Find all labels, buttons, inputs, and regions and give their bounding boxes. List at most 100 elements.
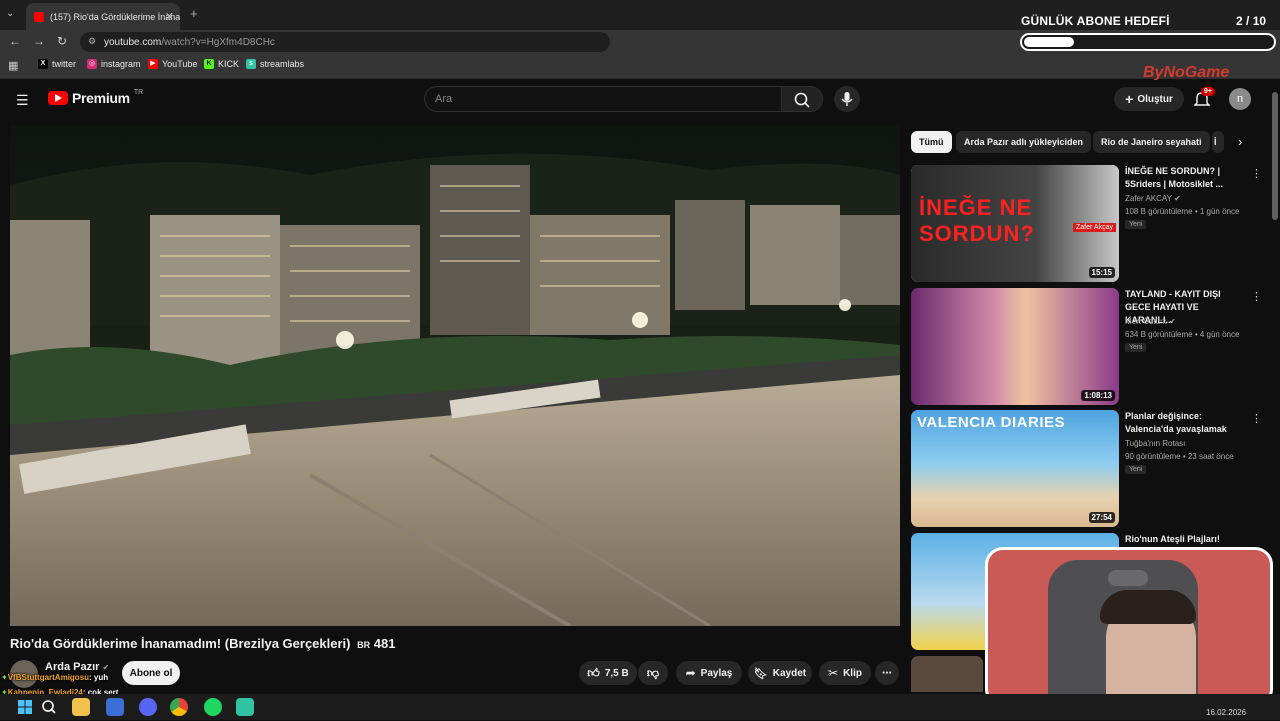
more-options-icon[interactable]: ⋮ (1251, 412, 1262, 425)
video-player[interactable] (10, 125, 900, 626)
bookmark-twitter[interactable]: Xtwitter (38, 59, 76, 69)
youtube-logo[interactable]: Premium TR (48, 88, 144, 106)
like-count: 7,5 B (604, 667, 629, 679)
dislike-button[interactable]: 👎︎ (638, 661, 668, 685)
bookmark-youtube[interactable]: ▶ YouTube (148, 59, 197, 69)
webcam-overlay (985, 547, 1273, 707)
spotify-icon[interactable] (204, 698, 222, 716)
apps-grid-icon[interactable]: ▦ (8, 59, 18, 72)
chip-uploader[interactable]: Arda Pazır adlı yükleyiciden (956, 131, 1092, 153)
recommendation-item[interactable]: VALENCIA DIARIES 27:54 Planlar değişince… (911, 410, 1262, 527)
chip-rio-trip[interactable]: Rio de Janeiro seyahati (1093, 131, 1210, 153)
chip-more[interactable]: İ (1212, 131, 1224, 153)
search-input[interactable]: Ara (424, 86, 782, 112)
forward-icon[interactable]: → (33, 34, 45, 48)
goal-count: 2 / 10 (1236, 14, 1267, 28)
bookmark-streamlabs[interactable]: s streamlabs (246, 59, 304, 69)
plus-icon: + (1125, 91, 1134, 107)
thumbs-up-icon: 👍︎ (587, 665, 600, 680)
youtube-favicon-icon (34, 11, 44, 22)
recommendation-title[interactable]: Rio'nun Ateşli Plajları! (1125, 533, 1243, 546)
subscribe-button[interactable]: Abone ol (122, 661, 180, 685)
voice-search-button[interactable] (834, 86, 860, 112)
save-label: Kaydet (772, 667, 807, 679)
like-button[interactable]: 👍︎ 7,5 B (579, 661, 637, 685)
chip-all[interactable]: Tümü (911, 131, 952, 153)
thumbnail-name: Zafer Akçay (1073, 223, 1116, 232)
bookmark-label: instagram (101, 59, 141, 69)
chrome-icon[interactable] (170, 698, 188, 716)
search-icon[interactable] (40, 698, 58, 716)
video-duration: 27:54 (1088, 512, 1115, 523)
clip-button[interactable]: ✂ Klip (819, 661, 871, 685)
tab-close-icon[interactable]: ✕ (165, 10, 174, 23)
windows-icon[interactable] (16, 698, 34, 716)
menu-icon[interactable]: ☰ (16, 92, 29, 109)
goal-label: GÜNLÜK ABONE HEDEFİ (1021, 14, 1170, 28)
new-badge: Yeni (1125, 343, 1147, 352)
share-label: Paylaş (700, 667, 733, 679)
streamer-hair (1100, 590, 1196, 624)
recommendation-item[interactable]: İNEĞE NE SORDUN? Zafer Akçay 15:15 İNEĞE… (911, 165, 1262, 282)
notifications-button[interactable]: 9+ (1193, 87, 1215, 113)
recommendation-channel[interactable]: Mert Öztürk ✔ (1125, 317, 1176, 326)
new-badge: Yeni (1125, 465, 1147, 474)
site-info-icon[interactable]: ⚙ (88, 36, 96, 47)
region-code: TR (133, 88, 144, 96)
url-host: youtube.com (104, 36, 162, 48)
recommendation-item[interactable]: 1:08:13 TAYLAND - KAYIT DIŞI GECE HAYATI… (911, 288, 1262, 405)
bookmark-label: YouTube (162, 59, 198, 69)
tab-search-icon[interactable]: ⌄ (6, 8, 14, 19)
account-avatar[interactable]: n (1229, 88, 1251, 110)
bookmark-kick[interactable]: K KICK (204, 59, 239, 69)
streamlabs-icon[interactable] (236, 698, 254, 716)
x-icon: X (38, 59, 48, 69)
more-actions-button[interactable]: ⋯ (875, 661, 899, 685)
taskbar-date: 16.02.2026 (1206, 708, 1247, 717)
video-thumbnail[interactable] (911, 656, 983, 692)
bookmark-label: KICK (218, 59, 240, 69)
channel-name[interactable]: Arda Pazır ✔ (45, 661, 109, 673)
part-number: 481 (373, 636, 396, 651)
app-icon[interactable] (106, 698, 124, 716)
browser-tab[interactable]: (157) Rio'da Gördüklerime İnanamadım! ✕ (26, 3, 180, 30)
chevron-right-icon[interactable]: › (1238, 134, 1242, 149)
back-icon[interactable]: ← (9, 34, 21, 48)
premium-label: Premium (72, 90, 130, 106)
bookmark-icon: 🔖︎ (753, 667, 768, 680)
thumbnail-text: VALENCIA DIARIES (917, 414, 1066, 431)
recommendation-title[interactable]: İNEĞE NE SORDUN? | 5Sriders | Motosiklet… (1125, 165, 1243, 191)
streamlabs-icon: s (246, 59, 256, 69)
more-options-icon[interactable]: ⋮ (1251, 167, 1262, 180)
video-thumbnail[interactable]: VALENCIA DIARIES 27:54 (911, 410, 1119, 527)
new-badge: Yeni (1125, 220, 1147, 229)
reload-icon[interactable]: ↻ (57, 34, 67, 48)
save-button[interactable]: 🔖︎ Kaydet (748, 661, 812, 685)
youtube-logo-icon (48, 91, 68, 105)
discord-icon[interactable] (139, 698, 157, 716)
notification-badge: 9+ (1201, 87, 1215, 96)
verified-icon: ✔ (1169, 317, 1176, 326)
search-button[interactable] (781, 86, 823, 112)
recommendation-channel[interactable]: Zafer AKCAY ✔ (1125, 194, 1181, 203)
recommendation-channel[interactable]: Tuğba'nın Rotası (1125, 439, 1185, 448)
create-button[interactable]: + Oluştur (1114, 87, 1184, 111)
video-title-text: Rio'da Gördüklerime İnanamadım! (Brezily… (10, 636, 351, 651)
chat-message: ✦VfBStuttgartAmigosu: yuh (1, 673, 109, 682)
share-button[interactable]: ➦ Paylaş (676, 661, 742, 685)
file-explorer-icon[interactable] (72, 698, 90, 716)
more-options-icon[interactable]: ⋮ (1251, 290, 1262, 303)
scrollbar-thumb[interactable] (1272, 92, 1278, 220)
bookmark-instagram[interactable]: ◎ instagram (87, 59, 141, 69)
chat-badge-icon: ✦ (1, 673, 8, 682)
country-code: BR (357, 640, 371, 650)
address-bar[interactable]: ⚙ youtube.com/watch?v=HgXfm4D8CHc (80, 32, 610, 52)
create-label: Oluştur (1137, 93, 1173, 105)
share-icon: ➦ (685, 666, 696, 680)
video-thumbnail[interactable]: 1:08:13 (911, 288, 1119, 405)
recommendation-meta: 108 B görüntüleme • 1 gün önce (1125, 207, 1240, 216)
new-tab-button[interactable]: + (190, 6, 198, 21)
recommendation-title[interactable]: Planlar değişince: Valencia'da yavaşlama… (1125, 410, 1243, 436)
url-path: /watch?v=HgXfm4D8CHc (161, 36, 275, 48)
video-thumbnail[interactable]: İNEĞE NE SORDUN? Zafer Akçay 15:15 (911, 165, 1119, 282)
